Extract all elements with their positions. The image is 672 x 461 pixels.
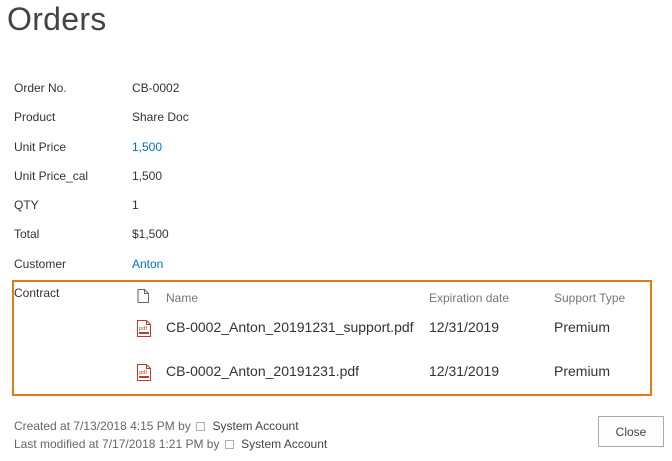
document-link[interactable]: CB-0002_Anton_20191231_support.pdf [166, 319, 424, 336]
close-button[interactable]: Close [598, 416, 664, 447]
product-value: Share Doc [132, 110, 189, 124]
unit-price-cal-value: 1,500 [132, 169, 163, 183]
qty-label: QTY [14, 198, 39, 212]
created-by-link[interactable]: System Account [212, 419, 298, 433]
customer-label: Customer [14, 257, 67, 271]
modified-info: Last modified at 7/17/2018 1:21 PM by Sy… [14, 437, 327, 451]
unit-price-label: Unit Price [14, 140, 67, 154]
qty-value: 1 [132, 198, 139, 212]
customer-link[interactable]: Anton [132, 257, 163, 271]
user-presence-icon [224, 440, 234, 449]
document-support-type: Premium [554, 363, 611, 379]
product-label: Product [14, 110, 56, 124]
modified-text: Last modified at 7/17/2018 1:21 PM by [14, 437, 220, 451]
order-no-label: Order No. [14, 81, 67, 95]
document-expiration: 12/31/2019 [429, 319, 500, 335]
contract-label: Contract [14, 286, 60, 300]
document-link[interactable]: CB-0002_Anton_20191231.pdf [166, 363, 424, 380]
unit-price-cal-label: Unit Price_cal [14, 169, 89, 183]
pdf-icon[interactable]: pdf [137, 364, 151, 381]
created-text: Created at 7/13/2018 4:15 PM by [14, 419, 191, 433]
user-presence-icon [196, 422, 206, 431]
svg-text:pdf: pdf [139, 326, 147, 332]
svg-text:pdf: pdf [139, 370, 147, 376]
order-no-value: CB-0002 [132, 81, 180, 95]
document-expiration: 12/31/2019 [429, 363, 500, 379]
page-title: Orders [7, 1, 107, 37]
document-support-type: Premium [554, 319, 611, 335]
document-icon [137, 289, 149, 303]
column-header-expiration[interactable]: Expiration date [429, 291, 509, 305]
created-info: Created at 7/13/2018 4:15 PM by System A… [14, 419, 299, 433]
unit-price-link[interactable]: 1,500 [132, 140, 162, 154]
total-label: Total [14, 227, 40, 241]
column-header-support-type[interactable]: Support Type [554, 291, 625, 305]
modified-by-link[interactable]: System Account [241, 437, 327, 451]
total-value: $1,500 [132, 227, 169, 241]
pdf-icon[interactable]: pdf [137, 320, 151, 337]
column-header-name[interactable]: Name [166, 291, 198, 305]
